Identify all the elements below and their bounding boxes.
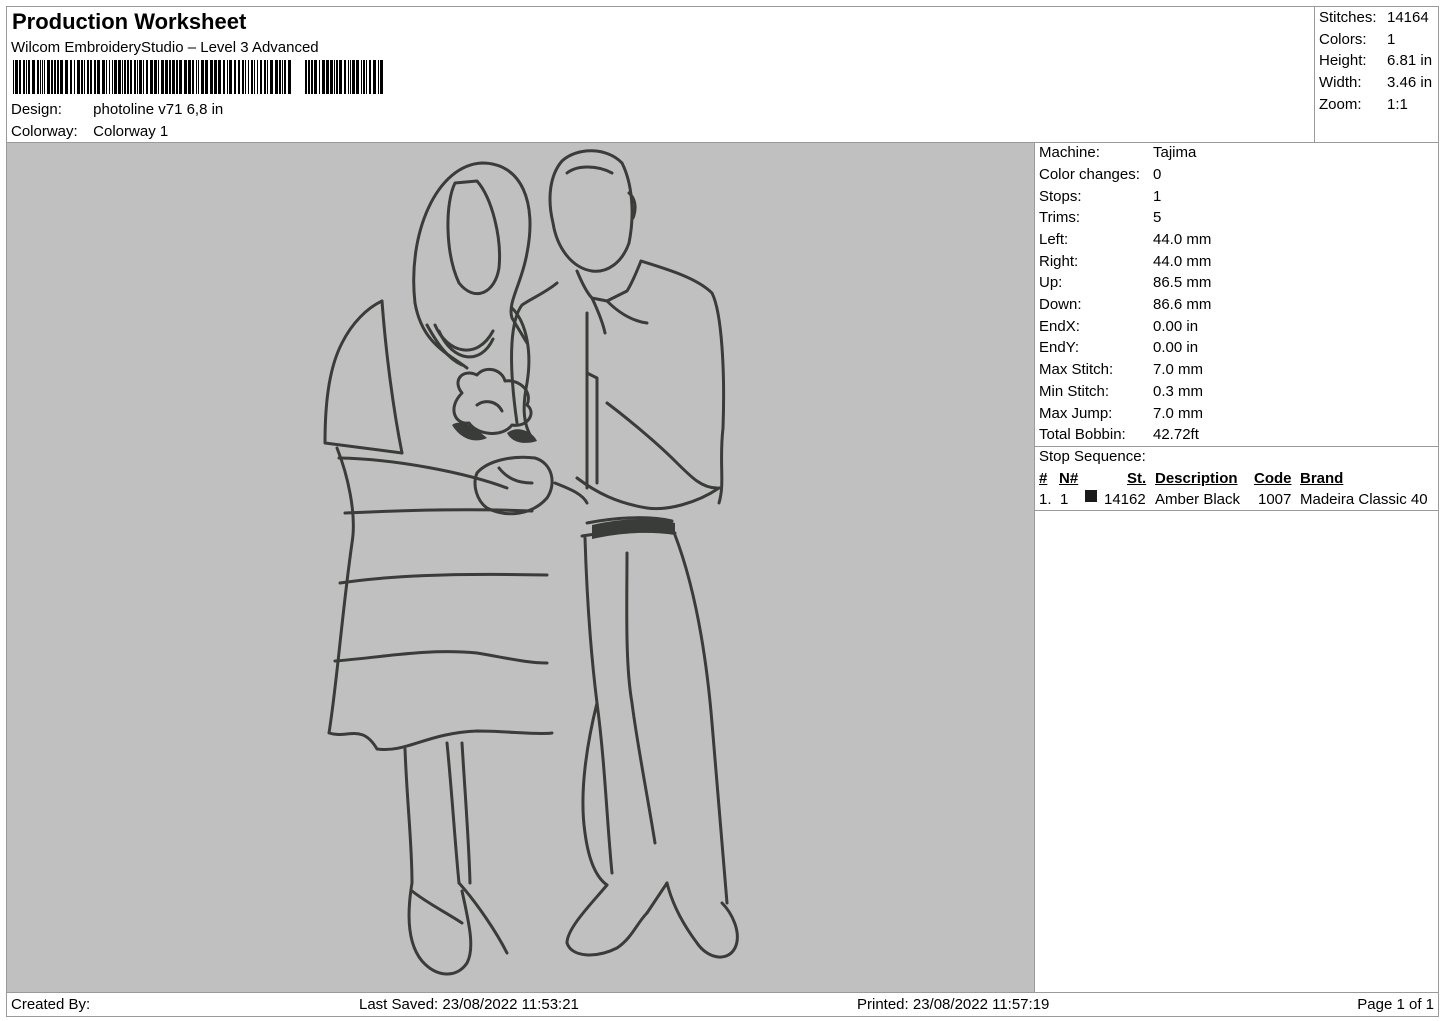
col-header-stitches: St. [1127,470,1147,487]
detail-value: 0 [1153,166,1162,183]
detail-row: Color changes: 0 [1039,166,1161,183]
detail-value: 7.0 mm [1153,405,1204,422]
detail-label: Right: [1039,253,1079,270]
summary-label: Zoom: [1319,96,1362,113]
stop-sequence-title: Stop Sequence: [1039,448,1146,465]
section-divider [1035,510,1438,511]
summary-panel: Stitches: 14164 Colors: 1 Height: 6.81 in W… [1314,6,1439,143]
detail-value: 86.6 mm [1153,296,1212,313]
detail-label: Color changes: [1039,166,1140,183]
colorway-row: Colorway: Colorway 1 [11,123,168,140]
detail-value: 44.0 mm [1153,231,1212,248]
row-description: Amber Black [1155,491,1241,508]
summary-row: Zoom: 1:1 [1319,96,1408,113]
detail-value: 42.72ft [1153,426,1199,443]
detail-row: Up: 86.5 mm [1039,274,1211,291]
detail-label: Machine: [1039,144,1100,161]
software-name: Wilcom EmbroideryStudio – Level 3 Advanc… [11,39,319,56]
summary-value: 14164 [1387,9,1429,26]
summary-label: Height: [1319,52,1367,69]
thread-color-swatch [1085,490,1097,502]
col-header-description: Description [1155,470,1238,487]
summary-row: Height: 6.81 in [1319,52,1432,69]
col-header-needle: N# [1059,470,1079,487]
summary-value: 1:1 [1387,96,1408,113]
colorway-label: Colorway: [11,123,78,140]
barcode [13,60,383,94]
detail-label: Left: [1039,231,1069,248]
page-number: Page 1 of 1 [1357,996,1434,1013]
design-label: Design: [11,101,62,118]
detail-label: Min Stitch: [1039,383,1110,400]
section-divider [1035,446,1438,447]
detail-label: EndX: [1039,318,1080,335]
row-num: 1. [1039,491,1052,508]
col-header-code: Code [1254,470,1292,487]
col-header-num: # [1039,470,1048,487]
summary-label: Width: [1319,74,1362,91]
worksheet-header: Production Worksheet Wilcom EmbroiderySt… [6,6,1315,143]
belt-fill [592,519,675,539]
detail-value: 44.0 mm [1153,253,1212,270]
bouquet-leaf [507,429,537,443]
detail-row: Left: 44.0 mm [1039,231,1211,248]
detail-row: Max Jump: 7.0 mm [1039,405,1203,422]
detail-label: Stops: [1039,188,1082,205]
detail-row: Min Stitch: 0.3 mm [1039,383,1203,400]
detail-row: Stops: 1 [1039,188,1161,205]
design-value: photoline v71 6,8 in [93,101,224,118]
detail-row: Max Stitch: 7.0 mm [1039,361,1203,378]
detail-label: Total Bobbin: [1039,426,1126,443]
detail-row: Trims: 5 [1039,209,1161,226]
detail-label: Up: [1039,274,1063,291]
summary-value: 3.46 in [1387,74,1433,91]
col-header-brand: Brand [1300,470,1344,487]
details-panel: Machine: Tajima Color changes: 0 Stops: 1 T… [1034,142,1439,993]
detail-label: EndY: [1039,339,1080,356]
row-needle: 1 [1060,491,1069,508]
colorway-value: Colorway 1 [93,123,169,140]
summary-row: Width: 3.46 in [1319,74,1432,91]
row-code: 1007 [1258,491,1292,508]
detail-label: Max Stitch: [1039,361,1114,378]
detail-value: 7.0 mm [1153,361,1204,378]
design-preview [6,142,1035,993]
summary-row: Stitches: 14164 [1319,9,1429,26]
detail-row: EndX: 0.00 in [1039,318,1198,335]
detail-value: 0.00 in [1153,339,1199,356]
last-saved: Last Saved: 23/08/2022 11:53:21 [359,996,579,1013]
detail-value: Tajima [1153,144,1197,161]
summary-label: Colors: [1319,31,1367,48]
detail-row: Machine: Tajima [1039,144,1196,161]
worksheet-footer: Created By: Last Saved: 23/08/2022 11:53… [6,992,1439,1017]
summary-value: 1 [1387,31,1396,48]
design-row: Design: photoline v71 6,8 in [11,101,223,118]
worksheet-title: Production Worksheet [12,9,247,34]
detail-label: Max Jump: [1039,405,1113,422]
detail-value: 0.00 in [1153,318,1199,335]
summary-row: Colors: 1 [1319,31,1395,48]
summary-label: Stitches: [1319,9,1377,26]
detail-row: EndY: 0.00 in [1039,339,1198,356]
embroidery-design-image [323,149,739,976]
detail-row: Total Bobbin: 42.72ft [1039,426,1199,443]
printed-date: Printed: 23/08/2022 11:57:19 [857,996,1050,1013]
detail-value: 1 [1153,188,1162,205]
detail-value: 5 [1153,209,1162,226]
detail-value: 86.5 mm [1153,274,1212,291]
row-brand: Madeira Classic 40 [1300,491,1428,508]
summary-value: 6.81 in [1387,52,1433,69]
detail-row: Right: 44.0 mm [1039,253,1211,270]
row-stitches: 14162 [1104,491,1146,508]
detail-label: Trims: [1039,209,1081,226]
detail-row: Down: 86.6 mm [1039,296,1211,313]
created-by: Created By: [11,996,91,1013]
detail-value: 0.3 mm [1153,383,1204,400]
detail-label: Down: [1039,296,1082,313]
